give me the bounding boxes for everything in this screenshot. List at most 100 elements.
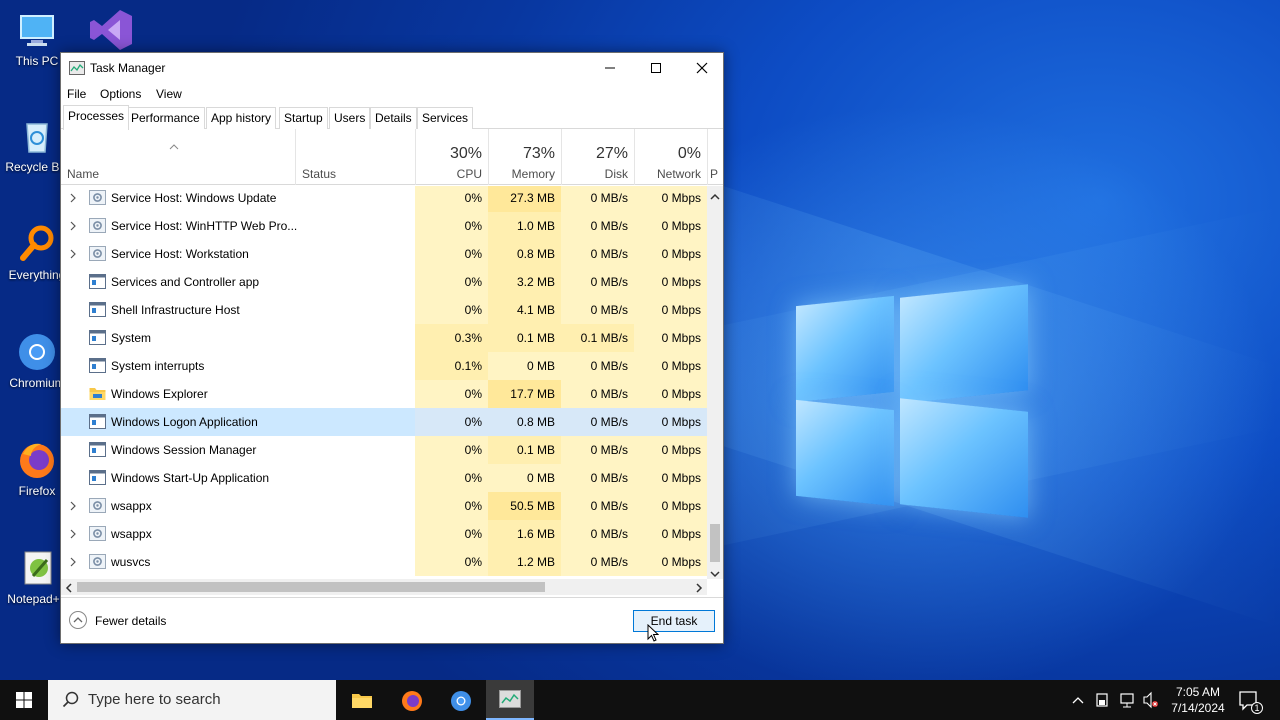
process-name-cell[interactable]: Windows Start-Up Application <box>61 464 295 492</box>
process-name-cell[interactable]: wsappx <box>61 492 295 520</box>
maximize-button[interactable] <box>633 53 679 83</box>
volume-muted-icon[interactable] <box>1142 680 1160 720</box>
process-status-cell <box>295 380 415 408</box>
title-bar[interactable]: Task Manager <box>61 53 723 83</box>
chevron-right-icon[interactable] <box>68 247 78 261</box>
vertical-scroll-thumb[interactable] <box>710 524 720 562</box>
scroll-left-arrow-icon[interactable] <box>65 582 73 596</box>
taskbar-app-file-explorer[interactable] <box>338 680 386 720</box>
process-disk-cell: 0 MB/s <box>561 380 634 408</box>
process-cpu-cell: 0% <box>415 464 488 492</box>
action-center-icon[interactable] <box>1238 680 1260 720</box>
taskbar-app-task-manager[interactable] <box>486 680 534 720</box>
table-row[interactable]: System 0.3% 0.1 MB 0.1 MB/s 0 Mbps <box>61 324 707 352</box>
scroll-right-arrow-icon[interactable] <box>695 582 703 596</box>
network-total-percent: 0% <box>677 145 701 162</box>
table-row[interactable]: wusvcs 0% 1.2 MB 0 MB/s 0 Mbps <box>61 548 707 576</box>
table-row[interactable]: wsappx 0% 1.6 MB 0 MB/s 0 Mbps <box>61 520 707 548</box>
vertical-scrollbar[interactable] <box>707 186 723 579</box>
tab-details[interactable]: Details <box>370 107 417 129</box>
taskbar-app-firefox[interactable] <box>388 680 436 720</box>
table-row[interactable]: Service Host: Workstation 0% 0.8 MB 0 MB/s 0… <box>61 240 707 268</box>
taskbar-app-chromium[interactable] <box>437 680 485 720</box>
chevron-right-icon[interactable] <box>68 527 78 541</box>
process-name-cell[interactable]: Service Host: Workstation <box>61 240 295 268</box>
battery-icon[interactable] <box>1095 680 1109 720</box>
process-name-cell[interactable]: Service Host: WinHTTP Web Pro... <box>61 212 297 240</box>
column-power[interactable]: P <box>707 129 723 185</box>
start-button[interactable] <box>0 680 48 720</box>
table-row[interactable]: Windows Start-Up Application 0% 0 MB 0 MB/s… <box>61 464 707 492</box>
table-row[interactable]: Shell Infrastructure Host 0% 4.1 MB 0 MB/s 0… <box>61 296 707 324</box>
process-name-cell[interactable]: wsappx <box>61 520 295 548</box>
chevron-right-icon[interactable] <box>68 191 78 205</box>
visual-studio-icon[interactable] <box>88 8 134 52</box>
close-button[interactable] <box>679 53 725 83</box>
process-disk-cell: 0 MB/s <box>561 520 634 548</box>
process-cpu-cell: 0% <box>415 520 488 548</box>
table-row[interactable]: Service Host: WinHTTP Web Pro... 0% 1.0 MB… <box>61 212 707 240</box>
chevron-right-icon[interactable] <box>68 499 78 513</box>
process-name-cell[interactable]: Services and Controller app <box>61 268 295 296</box>
process-network-cell: 0 Mbps <box>634 212 707 240</box>
tab-startup[interactable]: Startup <box>279 107 328 129</box>
process-name-cell[interactable]: Windows Logon Application <box>61 408 295 436</box>
process-cpu-cell: 0% <box>415 240 488 268</box>
taskbar-search-box[interactable]: Type here to search <box>48 680 336 720</box>
menu-bar: File Options View <box>61 83 723 105</box>
notification-count-badge: 1 <box>1251 702 1263 714</box>
minimize-button[interactable] <box>587 53 633 83</box>
end-task-button[interactable]: End task <box>633 610 715 632</box>
horizontal-scrollbar[interactable] <box>61 579 707 595</box>
table-row[interactable]: System interrupts 0.1% 0 MB 0 MB/s 0 Mbps <box>61 352 707 380</box>
process-status-cell <box>295 520 415 548</box>
menu-options[interactable]: Options <box>100 87 141 101</box>
task-manager-window[interactable]: Task Manager File Options View Processes… <box>60 52 724 644</box>
search-placeholder: Type here to search <box>88 691 221 708</box>
table-row[interactable]: Windows Logon Application 0% 0.8 MB 0 MB/s 0… <box>61 408 707 436</box>
table-row[interactable]: Windows Session Manager 0% 0.1 MB 0 MB/s 0 M… <box>61 436 707 464</box>
process-cpu-cell: 0% <box>415 436 488 464</box>
process-disk-cell: 0 MB/s <box>561 548 634 576</box>
column-memory[interactable]: 73% Memory <box>488 129 561 185</box>
show-hidden-icons-icon[interactable] <box>1071 680 1085 720</box>
column-status[interactable]: Status <box>295 129 415 185</box>
process-name-cell[interactable]: Service Host: Windows Update <box>61 186 295 212</box>
column-disk[interactable]: 27% Disk <box>561 129 634 185</box>
network-icon[interactable] <box>1118 680 1136 720</box>
mouse-cursor-icon <box>647 623 660 645</box>
process-name-cell[interactable]: Windows Session Manager <box>61 436 295 464</box>
tab-performance[interactable]: Performance <box>126 107 205 129</box>
taskbar-clock[interactable]: 7:05 AM 7/14/2024 <box>1166 684 1230 716</box>
column-name[interactable]: Name <box>61 129 295 185</box>
table-row[interactable]: Services and Controller app 0% 3.2 MB 0 MB/… <box>61 268 707 296</box>
process-name-cell[interactable]: System <box>61 324 295 352</box>
disk-total-percent: 27% <box>595 145 628 162</box>
table-row[interactable]: Service Host: Windows Update 0% 27.3 MB 0 M… <box>61 186 707 212</box>
process-name-cell[interactable]: wusvcs <box>61 548 295 576</box>
folder-icon <box>89 386 106 401</box>
process-disk-cell: 0 MB/s <box>561 352 634 380</box>
tab-app-history[interactable]: App history <box>206 107 277 129</box>
chevron-right-icon[interactable] <box>68 555 78 569</box>
table-row[interactable]: wsappx 0% 50.5 MB 0 MB/s 0 Mbps <box>61 492 707 520</box>
scroll-up-arrow-icon[interactable] <box>710 190 720 204</box>
chevron-right-icon[interactable] <box>68 219 78 233</box>
gear-icon <box>89 498 106 513</box>
column-cpu[interactable]: 30% CPU <box>415 129 488 185</box>
scroll-down-arrow-icon[interactable] <box>710 567 720 581</box>
menu-view[interactable]: View <box>156 87 182 101</box>
process-disk-cell: 0 MB/s <box>561 240 634 268</box>
tab-processes[interactable]: Processes <box>63 105 130 130</box>
column-network[interactable]: 0% Network <box>634 129 707 185</box>
process-status-cell <box>295 464 415 492</box>
menu-file[interactable]: File <box>67 87 86 101</box>
tab-services[interactable]: Services <box>417 107 474 129</box>
window-title: Task Manager <box>90 61 166 75</box>
process-name-cell[interactable]: System interrupts <box>61 352 295 380</box>
tab-users[interactable]: Users <box>329 107 371 129</box>
process-name-cell[interactable]: Shell Infrastructure Host <box>61 296 295 324</box>
horizontal-scroll-thumb[interactable] <box>77 582 545 592</box>
process-name-cell[interactable]: Windows Explorer <box>61 380 295 408</box>
table-row[interactable]: Windows Explorer 0% 17.7 MB 0 MB/s 0 Mbps <box>61 380 707 408</box>
